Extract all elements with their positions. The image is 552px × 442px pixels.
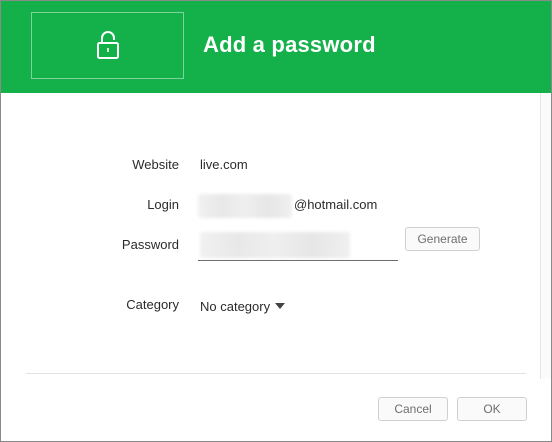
password-field-underline	[198, 260, 398, 261]
category-label: Category	[126, 297, 179, 312]
login-redacted-field[interactable]	[198, 194, 292, 218]
cancel-button[interactable]: Cancel	[378, 397, 448, 421]
generate-button[interactable]: Generate	[405, 227, 480, 251]
footer-divider	[26, 373, 526, 374]
login-domain-suffix: @hotmail.com	[294, 197, 378, 212]
chevron-down-icon	[275, 303, 286, 309]
dialog-title: Add a password	[203, 32, 376, 57]
icon-frame	[31, 12, 184, 79]
password-field[interactable]	[200, 232, 350, 258]
website-label: Website	[132, 157, 179, 172]
ok-button[interactable]: OK	[457, 397, 527, 421]
dialog-header: Add a password	[1, 1, 551, 93]
add-password-dialog: Add a password Website live.com Login @h…	[0, 0, 552, 442]
login-label: Login	[147, 197, 179, 212]
lock-icon	[97, 31, 119, 59]
vertical-scrollbar[interactable]	[540, 93, 551, 379]
category-selected-value: No category	[200, 298, 271, 314]
website-value: live.com	[200, 157, 248, 172]
password-label: Password	[121, 237, 179, 252]
category-dropdown[interactable]: No category	[200, 297, 286, 315]
